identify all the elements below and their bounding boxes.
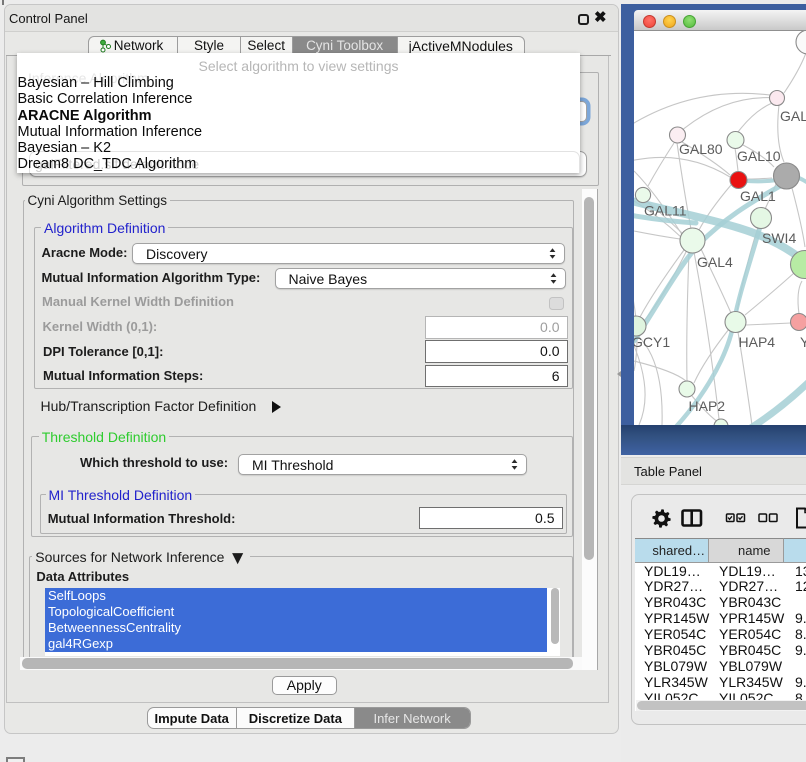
svg-text:SWI4: SWI4 bbox=[762, 230, 796, 246]
svg-text:GAL80: GAL80 bbox=[679, 141, 723, 157]
svg-text:HAP2: HAP2 bbox=[689, 398, 726, 414]
svg-text:GAL4: GAL4 bbox=[697, 254, 733, 270]
svg-text:GAL10: GAL10 bbox=[737, 148, 781, 164]
svg-text:GAL1: GAL1 bbox=[740, 188, 776, 204]
svg-text:GAL11: GAL11 bbox=[644, 203, 687, 219]
svg-text:GAL7: GAL7 bbox=[780, 108, 806, 124]
svg-text:GCY1: GCY1 bbox=[634, 334, 670, 350]
svg-text:HAP4: HAP4 bbox=[739, 334, 776, 350]
svg-text:Y: Y bbox=[800, 334, 806, 350]
